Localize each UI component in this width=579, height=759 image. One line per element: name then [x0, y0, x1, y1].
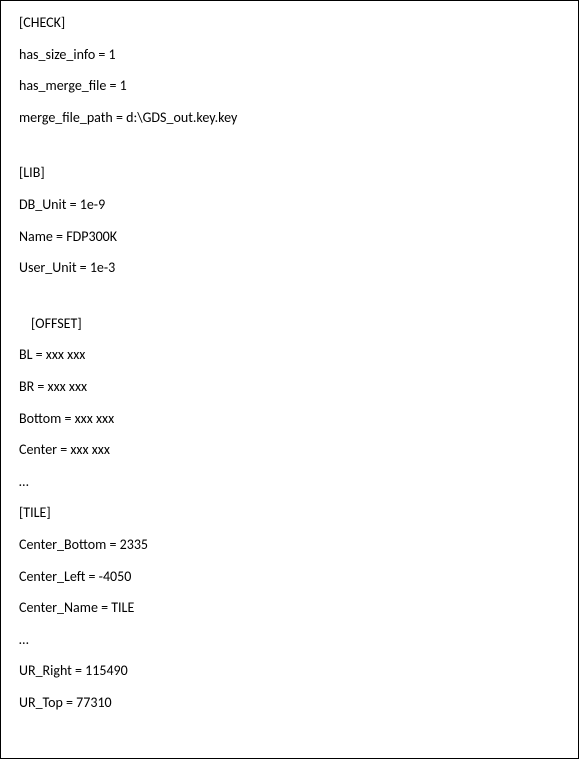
ellipsis-offset: … — [19, 472, 560, 492]
kv-bottom: Bottom = xxx xxx — [19, 409, 560, 429]
kv-ur-top: UR_Top = 77310 — [19, 693, 560, 713]
blank-line — [19, 290, 560, 302]
kv-br: BR = xxx xxx — [19, 377, 560, 397]
kv-db-unit: DB_Unit = 1e-9 — [19, 195, 560, 215]
section-lib-header: [LIB] — [19, 163, 560, 183]
kv-merge-file-path: merge_file_path = d:\GDS_out.key.key — [19, 108, 560, 128]
section-offset-header: [OFFSET] — [19, 314, 560, 334]
section-tile-header: [TILE] — [19, 503, 560, 523]
kv-has-size-info: has_size_info = 1 — [19, 45, 560, 65]
kv-user-unit: User_Unit = 1e-3 — [19, 258, 560, 278]
kv-has-merge-file: has_merge_file = 1 — [19, 76, 560, 96]
config-file-content: [CHECK] has_size_info = 1 has_merge_file… — [0, 0, 579, 759]
section-check-header: [CHECK] — [19, 13, 560, 33]
blank-line — [19, 139, 560, 151]
kv-center-bottom: Center_Bottom = 2335 — [19, 535, 560, 555]
kv-bl: BL = xxx xxx — [19, 345, 560, 365]
ellipsis-tile: … — [19, 630, 560, 650]
kv-center-name: Center_Name = TILE — [19, 598, 560, 618]
kv-ur-right: UR_Right = 115490 — [19, 661, 560, 681]
kv-center-left: Center_Left = -4050 — [19, 567, 560, 587]
kv-name: Name = FDP300K — [19, 227, 560, 247]
kv-center: Center = xxx xxx — [19, 440, 560, 460]
